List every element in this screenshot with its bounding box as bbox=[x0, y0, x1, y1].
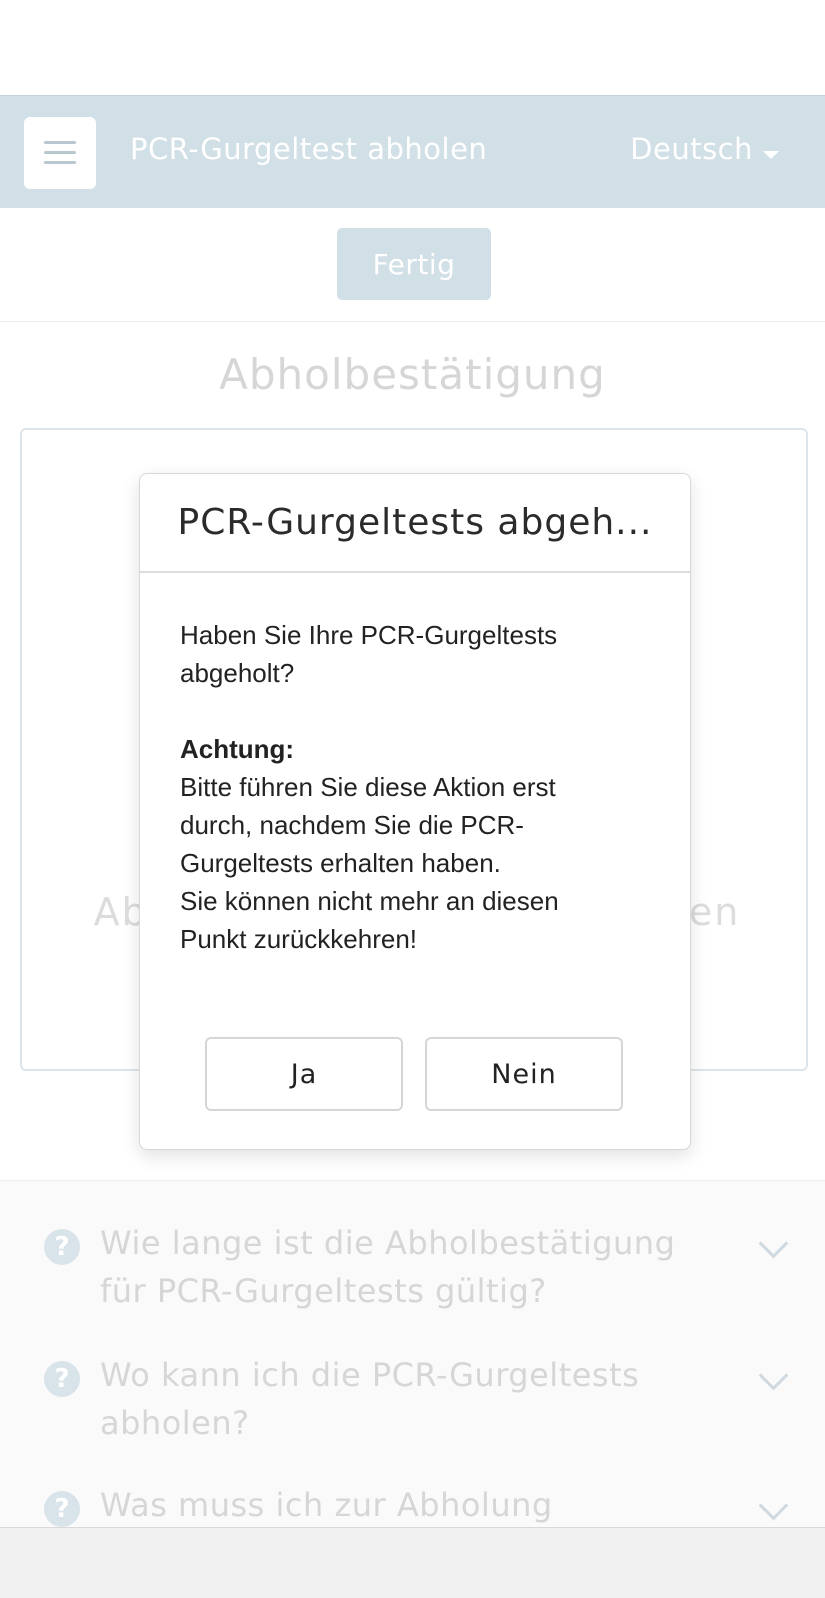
dialog-question-line: abgeholt? bbox=[180, 658, 295, 688]
page-title: PCR-Gurgeltest abholen bbox=[130, 132, 488, 166]
chevron-down-icon bbox=[763, 151, 779, 159]
question-icon: ? bbox=[44, 1361, 80, 1397]
top-navigation-bar: PCR-Gurgeltest abholen Deutsch bbox=[0, 95, 825, 208]
chevron-down-icon[interactable] bbox=[758, 1490, 789, 1521]
faq-section: ? Wie lange ist die Abholbestätigung für… bbox=[0, 1180, 825, 1531]
question-icon: ? bbox=[44, 1229, 80, 1265]
chevron-down-icon[interactable] bbox=[758, 1360, 789, 1391]
confirmation-dialog: PCR-Gurgeltests abgeh... Haben Sie Ihre … bbox=[139, 473, 691, 1150]
dialog-title: PCR-Gurgeltests abgeh... bbox=[140, 474, 690, 573]
language-selector[interactable]: Deutsch bbox=[630, 132, 753, 166]
warning-text-line: Punkt zurückkehren! bbox=[180, 924, 418, 954]
warning-text-line: Gurgeltests erhalten haben. bbox=[180, 848, 501, 878]
dialog-body: Haben Sie Ihre PCR-Gurgeltests abgeholt?… bbox=[180, 616, 650, 958]
browser-bottom-bar bbox=[0, 1527, 825, 1598]
section-title: Abholbestätigung bbox=[219, 350, 606, 399]
warning-text-line: durch, nachdem Sie die PCR- bbox=[180, 810, 524, 840]
menu-button[interactable] bbox=[24, 117, 96, 189]
question-icon: ? bbox=[44, 1491, 80, 1527]
faq-question: Wie lange ist die Abholbestätigung für P… bbox=[100, 1224, 676, 1310]
faq-question: Wo kann ich die PCR-Gurgeltests abholen? bbox=[100, 1356, 640, 1442]
chevron-down-icon[interactable] bbox=[758, 1228, 789, 1259]
warning-text-line: Sie können nicht mehr an diesen bbox=[180, 886, 559, 916]
status-bar-area bbox=[0, 0, 825, 95]
toolbar: Fertig bbox=[0, 208, 825, 322]
dialog-question-line: Haben Sie Ihre PCR-Gurgeltests bbox=[180, 620, 558, 650]
yes-button[interactable]: Ja bbox=[205, 1037, 403, 1111]
hamburger-icon bbox=[44, 141, 76, 144]
faq-question: Was muss ich zur Abholung bbox=[100, 1486, 553, 1524]
no-button[interactable]: Nein bbox=[425, 1037, 623, 1111]
warning-text-line: Bitte führen Sie diese Aktion erst bbox=[180, 772, 556, 802]
warning-label: Achtung: bbox=[180, 734, 295, 764]
done-button[interactable]: Fertig bbox=[337, 228, 491, 300]
